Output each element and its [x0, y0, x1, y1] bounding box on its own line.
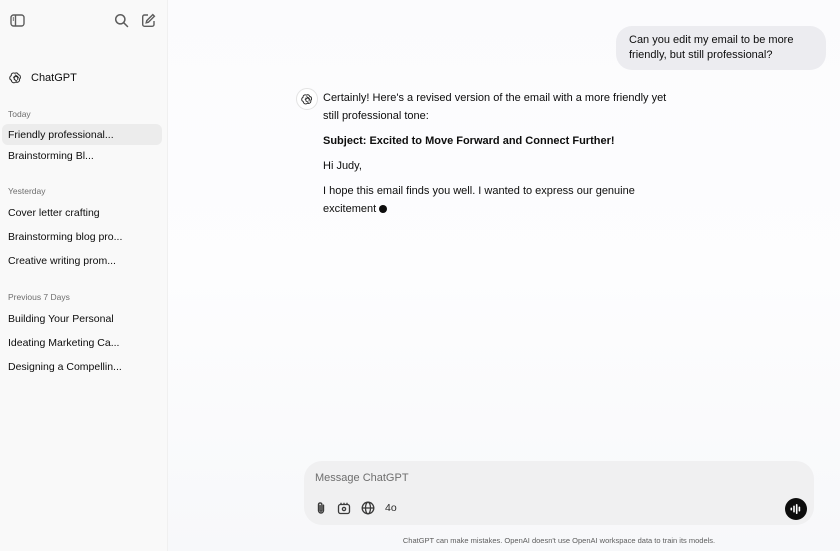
email-body-text: I hope this email finds you well. I want…	[323, 185, 635, 215]
chat-item[interactable]: Building Your Personal	[2, 308, 162, 329]
globe-icon[interactable]	[360, 500, 376, 516]
tools-icon[interactable]	[336, 500, 352, 516]
sidebar: ChatGPT Today Friendly professional... B…	[0, 0, 168, 551]
sidebar-item-label: ChatGPT	[31, 72, 77, 84]
openai-logo-icon	[296, 88, 318, 110]
chat-item[interactable]: Cover letter crafting	[2, 202, 162, 223]
assistant-message: Certainly! Here's a revised version of t…	[323, 89, 683, 225]
compose-icon[interactable]	[139, 11, 157, 29]
email-body: I hope this email finds you well. I want…	[323, 182, 683, 218]
sidebar-item-chatgpt[interactable]: ChatGPT	[0, 68, 168, 88]
search-icon[interactable]	[112, 11, 130, 29]
chat-item[interactable]: Ideating Marketing Ca...	[2, 332, 162, 353]
chat-main: Can you edit my email to be more friendl…	[168, 0, 840, 551]
message-composer: 4o	[304, 461, 814, 525]
email-greeting: Hi Judy,	[323, 160, 362, 172]
user-message: Can you edit my email to be more friendl…	[616, 26, 826, 70]
openai-logo-icon	[9, 71, 23, 85]
email-subject: Subject: Excited to Move Forward and Con…	[323, 135, 615, 147]
section-label-previous-7-days: Previous 7 Days	[8, 292, 70, 302]
assistant-intro: Certainly! Here's a revised version of t…	[323, 92, 667, 122]
section-label-yesterday: Yesterday	[8, 186, 46, 196]
model-selector[interactable]: 4o	[385, 502, 397, 514]
chat-item[interactable]: Creative writing prom...	[2, 250, 162, 271]
message-input[interactable]	[315, 469, 755, 487]
streaming-cursor	[379, 204, 388, 213]
disclaimer-text: ChatGPT can make mistakes. OpenAI doesn'…	[402, 536, 716, 545]
voice-waveform-icon[interactable]	[785, 498, 807, 520]
sidebar-toggle-icon[interactable]	[8, 11, 26, 29]
sidebar-header	[0, 0, 168, 40]
paperclip-icon[interactable]	[313, 500, 329, 516]
chat-item[interactable]: Designing a Compellin...	[2, 356, 162, 377]
chat-item[interactable]: Brainstorming blog pro...	[2, 226, 162, 247]
section-label-today: Today	[8, 109, 31, 119]
chat-item[interactable]: Friendly professional...	[2, 124, 162, 145]
chat-item[interactable]: Brainstorming Bl...	[2, 145, 162, 166]
